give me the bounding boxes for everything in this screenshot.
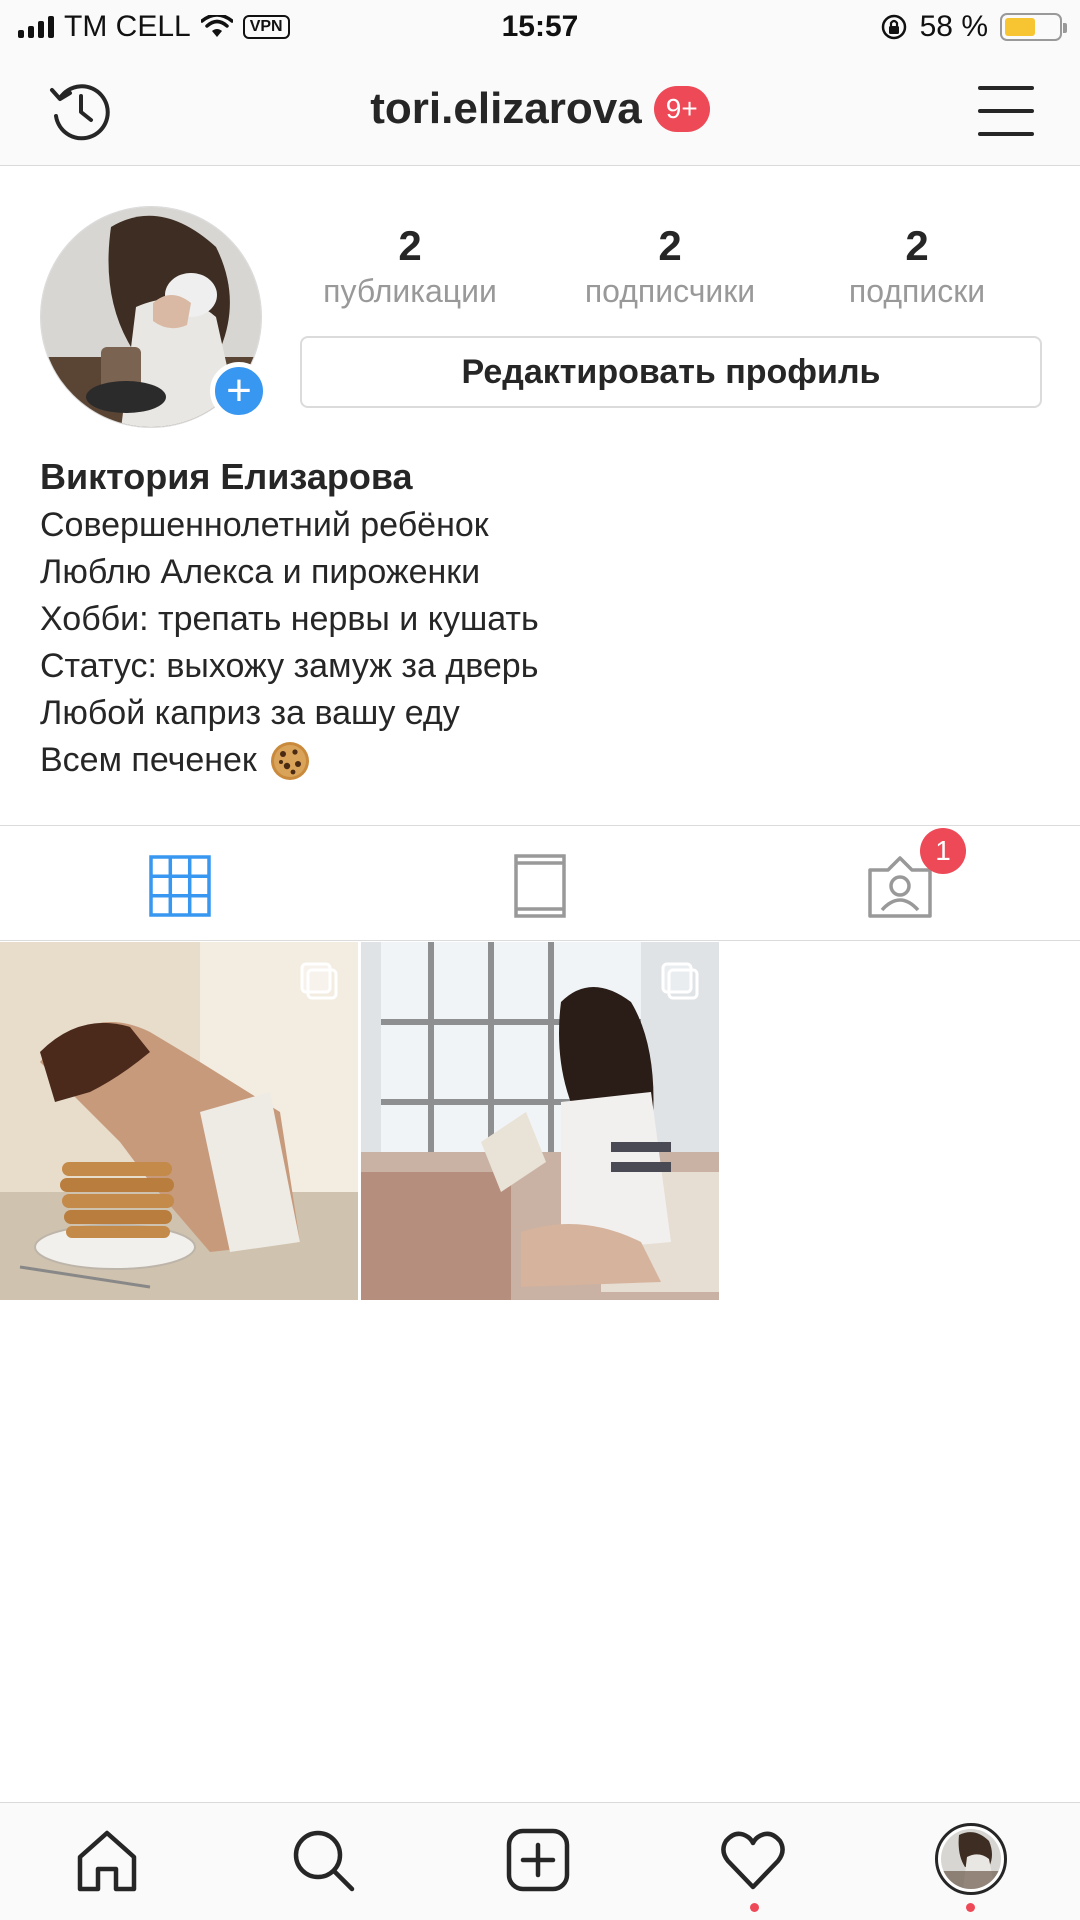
home-icon xyxy=(77,1830,137,1892)
multiple-photos-icon xyxy=(661,962,699,1000)
profile-avatar-wrap[interactable]: + xyxy=(40,206,268,428)
title-area[interactable]: tori.elizarova 9+ xyxy=(0,84,1080,134)
profile-avatar xyxy=(941,1829,1001,1889)
menu-line xyxy=(978,86,1034,90)
following-label: подписки xyxy=(848,273,986,309)
bio-line: Люблю Алекса и пироженки xyxy=(40,549,1040,596)
nav-activity[interactable] xyxy=(718,1825,788,1895)
bio-text: Любой каприз за вашу еду xyxy=(40,694,460,732)
bio-text: Статус: выхожу замуж за дверь xyxy=(40,647,539,685)
search-icon xyxy=(293,1830,355,1892)
edit-profile-button[interactable]: Редактировать профиль xyxy=(300,336,1042,408)
profile-username[interactable]: tori.elizarova xyxy=(370,84,641,134)
new-post-icon xyxy=(506,1828,570,1892)
nav-home[interactable] xyxy=(72,1825,142,1895)
stat-following[interactable]: 2 подписки xyxy=(807,222,1027,312)
igtv-icon xyxy=(514,854,566,918)
bottom-nav xyxy=(0,1802,1080,1920)
bio-line: Хобби: трепать нервы и кушать xyxy=(40,596,1040,643)
post-thumbnail[interactable] xyxy=(361,942,719,1300)
bio-text: Совершеннолетний ребёнок xyxy=(40,506,489,544)
stat-followers[interactable]: 2 подписчики xyxy=(560,222,780,312)
menu-line xyxy=(978,132,1034,136)
tagged-notification-badge: 1 xyxy=(920,828,966,874)
profile-bio: Виктория Елизарова Совершеннолетний ребё… xyxy=(40,452,1040,784)
posts-label: публикации xyxy=(323,273,497,309)
tab-igtv[interactable] xyxy=(500,846,580,926)
multiple-photos-icon xyxy=(300,962,338,1000)
status-right: 58 % xyxy=(880,10,1067,44)
grid-icon xyxy=(149,855,211,917)
activity-dot xyxy=(750,1903,759,1912)
bio-text: Люблю Алекса и пироженки xyxy=(40,553,481,591)
bio-line: Всем печенек xyxy=(40,737,1040,784)
bio-line: Совершеннолетний ребёнок xyxy=(40,502,1040,549)
status-bar: TM CELL VPN 15:57 58 % xyxy=(0,0,1080,56)
stat-posts[interactable]: 2 публикации xyxy=(300,222,520,312)
battery-percent: 58 % xyxy=(919,10,988,43)
add-story-button[interactable]: + xyxy=(210,362,268,420)
following-count: 2 xyxy=(905,222,929,269)
followers-label: подписчики xyxy=(584,273,756,309)
nav-new-post[interactable] xyxy=(503,1825,573,1895)
cookie-emoji-icon xyxy=(270,741,309,780)
profile-stats: 2 публикации 2 подписчики 2 подписки xyxy=(300,222,1040,312)
battery-fill xyxy=(1005,18,1036,36)
top-nav: tori.elizarova 9+ xyxy=(0,56,1080,166)
battery-icon xyxy=(1000,13,1067,41)
followers-count: 2 xyxy=(658,222,682,269)
nav-profile-avatar[interactable] xyxy=(935,1823,1007,1895)
menu-line xyxy=(978,109,1034,113)
notification-badge[interactable]: 9+ xyxy=(653,86,710,132)
posts-count: 2 xyxy=(398,222,422,269)
bio-line: Статус: выхожу замуж за дверь xyxy=(40,643,1040,690)
profile-tabs xyxy=(0,825,1080,941)
bio-line: Любой каприз за вашу еду xyxy=(40,690,1040,737)
bio-text: Хобби: трепать нервы и кушать xyxy=(40,600,539,638)
bio-text: Всем печенек xyxy=(40,741,257,779)
tab-grid[interactable] xyxy=(140,846,220,926)
full-name: Виктория Елизарова xyxy=(40,456,413,497)
activity-heart-icon xyxy=(721,1831,785,1890)
menu-button[interactable] xyxy=(978,86,1034,136)
profile-dot xyxy=(966,1903,975,1912)
nav-search[interactable] xyxy=(288,1825,358,1895)
post-thumbnail[interactable] xyxy=(0,942,358,1300)
rotation-lock-icon xyxy=(881,14,906,40)
